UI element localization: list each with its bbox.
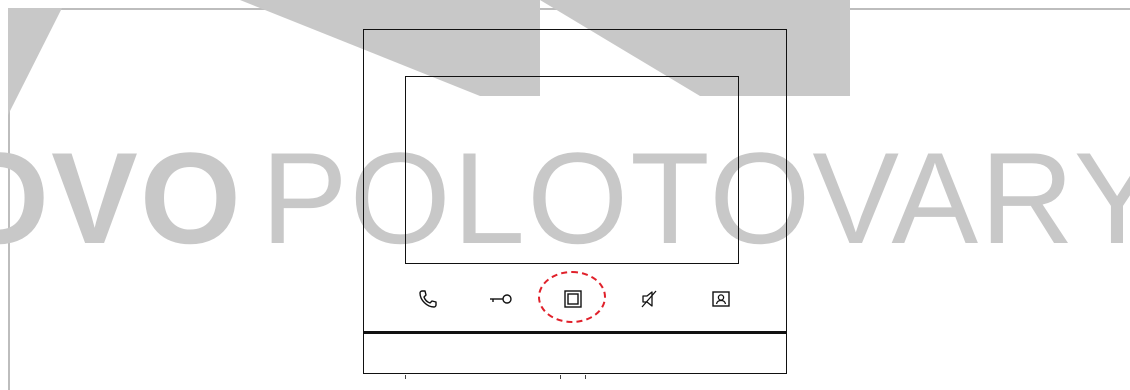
user-card-icon bbox=[712, 291, 730, 307]
device-bottom-bar bbox=[363, 331, 787, 334]
watermark-slash-left bbox=[8, 8, 62, 115]
unlock-button[interactable] bbox=[488, 286, 514, 312]
monitor-button[interactable] bbox=[560, 286, 586, 312]
tick-mark bbox=[405, 375, 406, 379]
watermark-prefix: OVO bbox=[0, 125, 243, 271]
intercom-button[interactable] bbox=[708, 286, 734, 312]
call-button[interactable] bbox=[415, 286, 441, 312]
device-screen bbox=[405, 76, 739, 264]
tick-mark bbox=[585, 375, 586, 379]
monitor-square-icon bbox=[564, 290, 582, 308]
phone-icon bbox=[419, 290, 437, 308]
tick-mark bbox=[560, 375, 561, 379]
mute-button[interactable] bbox=[637, 286, 663, 312]
key-icon bbox=[490, 294, 512, 304]
speaker-mute-icon bbox=[641, 290, 657, 308]
